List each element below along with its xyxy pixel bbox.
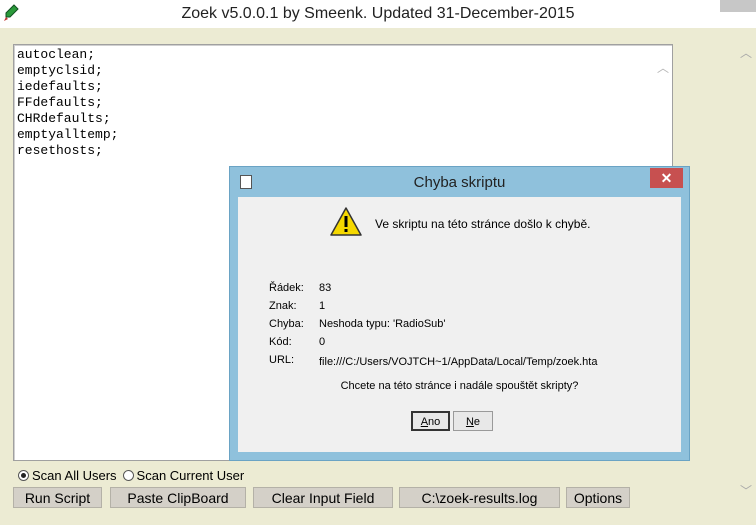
script-line: emptyalltemp; [17,127,119,142]
scan-all-users-label[interactable]: Scan All Users [32,468,117,483]
script-line: autoclean; [17,47,96,62]
scroll-up-icon[interactable]: ︿ [738,44,754,61]
yes-button[interactable]: Ano [411,411,450,431]
results-log-button[interactable]: C:\zoek-results.log [399,487,560,508]
run-script-button[interactable]: Run Script [13,487,102,508]
no-button[interactable]: Ne [453,411,493,431]
code-value: 0 [319,336,326,348]
editor-scroll-up-icon[interactable]: ︿ [656,59,670,119]
scan-options: Scan All Users Scan Current User [18,468,250,483]
line-label: Řádek: [269,282,304,294]
dialog-body: Ve skriptu na této stránce došlo k chybě… [238,197,681,452]
yes-label-rest: no [428,416,441,428]
page-scrollbar[interactable]: ︿ ﹀ [738,44,754,499]
title-bar: Zoek v5.0.0.1 by Smeenk. Updated 31-Dece… [0,0,756,29]
script-line: CHRdefaults; [17,111,111,126]
url-value: file:///C:/Users/VOJTCH~1/AppData/Local/… [319,356,598,368]
code-label: Kód: [269,336,292,348]
paste-clipboard-button[interactable]: Paste ClipBoard [110,487,246,508]
dialog-title: Chyba skriptu [413,174,506,191]
script-line: resethosts; [17,143,103,158]
window-title: Zoek v5.0.0.1 by Smeenk. Updated 31-Dece… [181,5,575,22]
warning-icon [330,207,362,236]
no-accelerator: N [465,416,474,428]
scan-current-user-label[interactable]: Scan Current User [137,468,245,483]
yes-accelerator: A [420,416,429,428]
no-label-rest: e [473,416,481,428]
script-line: iedefaults; [17,79,103,94]
script-line: FFdefaults; [17,95,103,110]
scroll-down-icon[interactable]: ﹀ [738,482,754,499]
dialog-close-button[interactable]: ✕ [650,168,683,188]
error-message: Ve skriptu na této stránce došlo k chybě… [375,217,591,231]
script-error-dialog: Chyba skriptu ✕ Ve skriptu na této strán… [230,167,689,460]
script-line: emptyclsid; [17,63,103,78]
url-label: URL: [269,354,295,366]
script-lines: autoclean; emptyclsid; iedefaults; FFdef… [17,47,118,159]
error-label: Chyba: [269,318,304,330]
char-value: 1 [319,300,326,312]
line-value: 83 [319,282,332,294]
scan-all-users-radio[interactable] [18,470,29,481]
scan-current-user-radio[interactable] [122,470,134,481]
error-value: Neshoda typu: 'RadioSub' [319,318,446,330]
window-close-button[interactable] [720,0,756,12]
continue-question: Chcete na této stránce i nadále spouštět… [340,380,579,392]
options-button[interactable]: Options [566,487,630,508]
char-label: Znak: [269,300,297,312]
clear-input-button[interactable]: Clear Input Field [253,487,393,508]
